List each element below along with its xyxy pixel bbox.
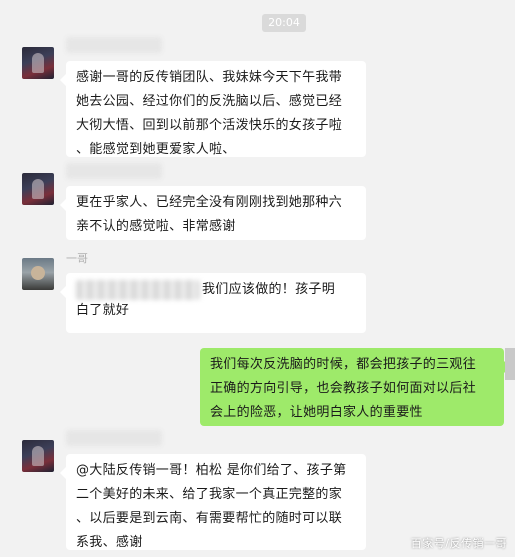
contact-avatar[interactable] — [22, 258, 54, 290]
message-bubble[interactable]: 我们应该做的！孩子明 白了就好 — [60, 273, 366, 333]
sender-name-redacted — [66, 37, 162, 53]
contact-avatar[interactable] — [22, 47, 54, 79]
message-line-2: 白了就好 — [76, 303, 130, 318]
sender-name-redacted — [66, 430, 162, 446]
sender-name: 一哥 — [66, 252, 88, 265]
message-timestamp: 20:04 — [262, 14, 306, 32]
message-bubble[interactable]: @大陆反传销一哥！柏松 是你们给了、孩子第 二个美好的未来、给了我家一个真正完整… — [60, 454, 366, 550]
chat-window: 20:04 感谢一哥的反传销团队、我妹妹今天下午我带 她去公园、经过你们的反洗脑… — [0, 0, 515, 557]
contact-avatar[interactable] — [22, 440, 54, 472]
contact-avatar[interactable] — [22, 173, 54, 205]
message-line-1: 我们应该做的！孩子明 — [76, 278, 356, 302]
outgoing-message-bubble[interactable]: 我们每次反洗脑的时候，都会把孩子的三观往 正确的方向引导，也会教孩子如何面对以后… — [200, 348, 510, 426]
self-avatar[interactable] — [505, 348, 515, 380]
sender-name-redacted — [66, 163, 162, 179]
watermark: 百家号/反传销一哥 — [410, 537, 507, 550]
message-bubble[interactable]: 更在乎家人、已经完全没有刚刚找到她那种六 亲不认的感觉啦、非常感谢 — [60, 186, 366, 240]
message-bubble[interactable]: 感谢一哥的反传销团队、我妹妹今天下午我带 她去公园、经过你们的反洗脑以后、感觉已… — [60, 61, 366, 157]
redacted-mention — [76, 279, 200, 300]
